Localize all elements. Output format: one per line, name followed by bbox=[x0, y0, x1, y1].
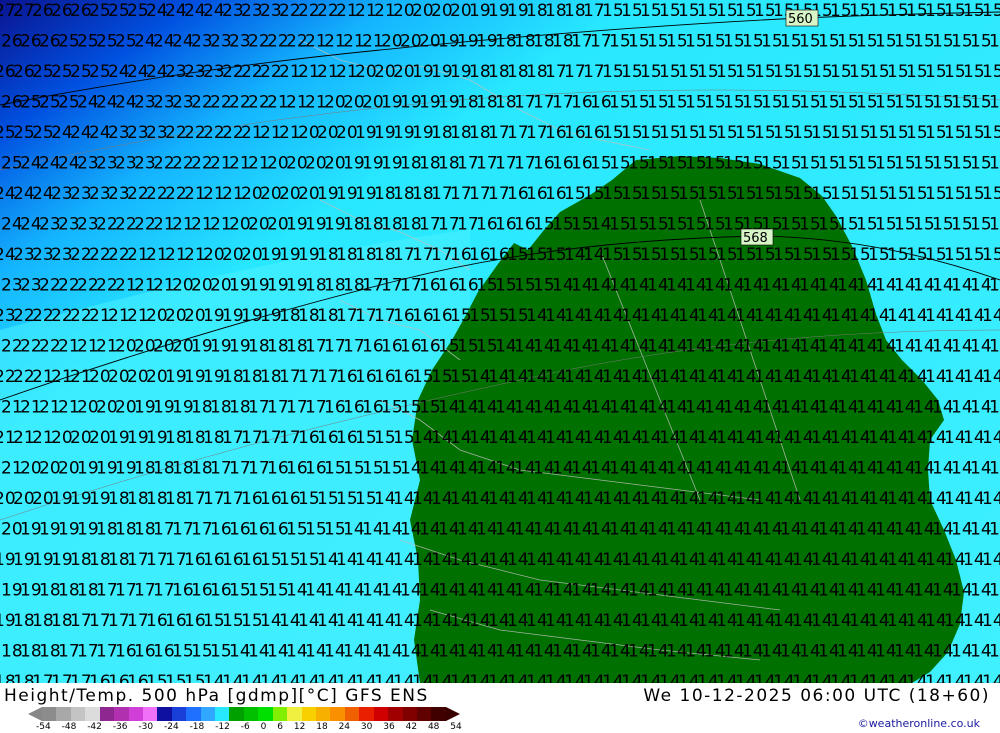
legend-tick-label: 12 bbox=[293, 722, 306, 732]
map-title: Height/Temp. 500 hPa [gdmp][°C] GFS ENS bbox=[4, 686, 429, 706]
legend-tick-label: 36 bbox=[383, 722, 395, 732]
weather-map: 2727262626252525242424242323232222222121… bbox=[0, 0, 1000, 683]
legend-swatch bbox=[243, 707, 259, 721]
legend-tick-label: 42 bbox=[405, 722, 418, 732]
valid-time: We 10-12-2025 06:00 UTC (18+60) bbox=[643, 686, 990, 706]
legend-tick-label: -6 bbox=[240, 722, 250, 732]
temperature-label: 15 bbox=[982, 123, 1000, 143]
credit-link[interactable]: ©weatheronline.co.uk bbox=[858, 717, 980, 730]
legend-tick-label: -36 bbox=[112, 722, 128, 732]
legend-swatch bbox=[42, 707, 57, 721]
color-legend: -54 -48 -42 -36 -30 -24 -18 -12 -6 0 6 12 18 24 30 36 42… bbox=[28, 707, 462, 732]
legend-swatch bbox=[229, 707, 244, 721]
legend-swatch bbox=[416, 707, 432, 721]
temperature-label: 14 bbox=[982, 489, 1000, 509]
legend-ticks: -54 -48 -42 -36 -30 -24 -18 -12 -6 0 6 12 18 24 30 36 42… bbox=[36, 722, 462, 732]
legend-tick-label: 48 bbox=[427, 722, 440, 732]
legend-tick-label: 30 bbox=[360, 722, 373, 732]
legend-tick-label: 18 bbox=[316, 722, 328, 732]
legend-swatch bbox=[431, 707, 446, 721]
legend-tick-label: -42 bbox=[87, 722, 102, 732]
contour-label-568: 568 bbox=[740, 228, 774, 246]
contour-label: 560 bbox=[788, 12, 813, 27]
legend-tick-label: -18 bbox=[189, 722, 205, 732]
legend-swatch bbox=[316, 707, 331, 721]
legend-swatch bbox=[215, 707, 230, 721]
temperature-label: 14 bbox=[982, 611, 1000, 631]
temperature-label: 15 bbox=[982, 184, 1000, 204]
legend-swatch bbox=[388, 707, 403, 721]
temperature-label: 15 bbox=[989, 215, 1000, 235]
legend-swatch bbox=[99, 707, 115, 721]
legend-swatch bbox=[359, 707, 374, 721]
legend-swatch bbox=[330, 707, 345, 721]
temperature-label: 14 bbox=[989, 642, 1000, 662]
legend-tick-label: -30 bbox=[138, 722, 154, 732]
temperature-label: 14 bbox=[982, 550, 1000, 570]
temperature-label: 15 bbox=[982, 245, 1000, 265]
legend-tick-label: -24 bbox=[163, 722, 179, 732]
temperature-label: 14 bbox=[989, 581, 1000, 601]
temperature-label: 15 bbox=[982, 62, 1000, 82]
legend-swatch bbox=[344, 707, 360, 721]
temperature-label: 15 bbox=[989, 32, 1000, 52]
temperature-label: 15 bbox=[989, 154, 1000, 174]
temperature-label: 14 bbox=[989, 337, 1000, 357]
legend-swatch bbox=[85, 707, 100, 721]
legend-swatch bbox=[70, 707, 86, 721]
legend-arrow-left-icon bbox=[28, 707, 42, 721]
temperature-label: 14 bbox=[982, 367, 1000, 387]
legend-color-bar bbox=[42, 707, 446, 721]
map-footer: Height/Temp. 500 hPa [gdmp][°C] GFS ENS … bbox=[0, 683, 1000, 733]
legend-swatch bbox=[56, 707, 71, 721]
legend-tick-label: -12 bbox=[215, 722, 230, 732]
legend-swatch bbox=[301, 707, 317, 721]
legend-tick-label: -54 bbox=[36, 722, 51, 732]
legend-arrow-right-icon bbox=[446, 707, 460, 721]
legend-swatch bbox=[200, 707, 216, 721]
temperature-label: 14 bbox=[989, 276, 1000, 296]
legend-tick-label: 6 bbox=[277, 722, 283, 732]
contour-label: 568 bbox=[743, 231, 768, 246]
legend-swatch bbox=[114, 707, 129, 721]
temperature-label: 14 bbox=[989, 459, 1000, 479]
legend-tick-label: 54 bbox=[450, 722, 462, 732]
legend-tick-label: -48 bbox=[61, 722, 77, 732]
legend-swatch bbox=[186, 707, 201, 721]
legend-swatch bbox=[272, 707, 288, 721]
temperature-label: 15 bbox=[982, 1, 1000, 21]
legend-swatch bbox=[258, 707, 273, 721]
contour-label-560: 560 bbox=[785, 9, 819, 27]
legend-swatch bbox=[402, 707, 417, 721]
legend-swatch bbox=[373, 707, 389, 721]
temperature-label: 14 bbox=[982, 672, 1000, 683]
temperature-label: 14 bbox=[989, 398, 1000, 418]
temperature-label: 14 bbox=[982, 428, 1000, 448]
temperature-label: 14 bbox=[982, 306, 1000, 326]
legend-tick-label: 24 bbox=[338, 722, 351, 732]
legend-swatch bbox=[287, 707, 302, 721]
legend-swatch bbox=[128, 707, 143, 721]
legend-swatch bbox=[171, 707, 187, 721]
temperature-label: 14 bbox=[989, 520, 1000, 540]
legend-tick-label: 0 bbox=[260, 722, 267, 732]
legend-swatch bbox=[157, 707, 172, 721]
legend-swatch bbox=[142, 707, 158, 721]
temperature-labels: 2727262626252525242424242323232222222121… bbox=[0, 1, 1000, 683]
temperature-label: 15 bbox=[989, 93, 1000, 113]
